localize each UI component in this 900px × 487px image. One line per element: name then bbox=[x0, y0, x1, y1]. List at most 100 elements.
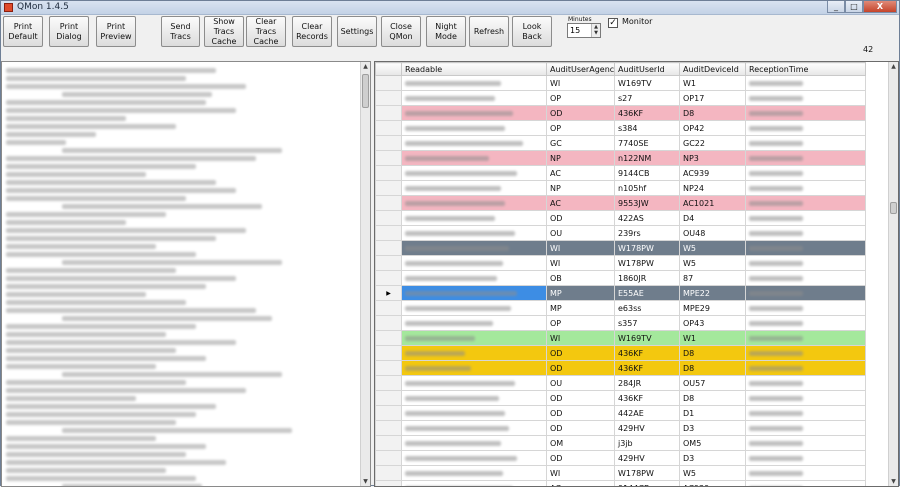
column-header[interactable]: AuditDeviceId bbox=[680, 63, 746, 76]
readable-cell[interactable] bbox=[402, 121, 547, 136]
column-header[interactable]: Readable bbox=[402, 63, 547, 76]
readable-cell[interactable] bbox=[402, 376, 547, 391]
table-row[interactable]: OD436KFD8 bbox=[376, 391, 866, 406]
readable-cell[interactable] bbox=[402, 76, 547, 91]
stepper-arrows-icon[interactable]: ▲▼ bbox=[591, 24, 600, 37]
readable-cell[interactable] bbox=[402, 346, 547, 361]
reception-time-cell[interactable] bbox=[746, 421, 866, 436]
title-bar[interactable]: QMon 1.4.5 _ □ X bbox=[1, 1, 899, 15]
readable-cell[interactable] bbox=[402, 181, 547, 196]
agency-cell[interactable]: WI bbox=[547, 466, 615, 481]
monitor-checkbox[interactable]: ✓ bbox=[608, 18, 618, 28]
table-row[interactable]: OD422ASD4 bbox=[376, 211, 866, 226]
table-row[interactable]: GC7740SEGC22 bbox=[376, 136, 866, 151]
readable-cell[interactable] bbox=[402, 91, 547, 106]
settings-button[interactable]: Settings bbox=[337, 16, 377, 47]
close-qmon-button[interactable]: Close QMon bbox=[381, 16, 421, 47]
readable-cell[interactable] bbox=[402, 241, 547, 256]
row-header-cell[interactable] bbox=[376, 241, 402, 256]
agency-cell[interactable]: OP bbox=[547, 121, 615, 136]
agency-cell[interactable]: GC bbox=[547, 136, 615, 151]
table-row[interactable]: OPs27OP17 bbox=[376, 91, 866, 106]
readable-cell[interactable] bbox=[402, 331, 547, 346]
table-row[interactable]: OPs357OP43 bbox=[376, 316, 866, 331]
scroll-down-icon[interactable]: ▼ bbox=[889, 477, 898, 486]
agency-cell[interactable]: OM bbox=[547, 436, 615, 451]
user-cell[interactable]: W178PW bbox=[615, 256, 680, 271]
night-mode-button[interactable]: Night Mode bbox=[426, 16, 466, 47]
row-header-cell[interactable] bbox=[376, 316, 402, 331]
agency-cell[interactable]: OB bbox=[547, 271, 615, 286]
agency-cell[interactable]: OU bbox=[547, 226, 615, 241]
row-header-cell[interactable] bbox=[376, 376, 402, 391]
reception-time-cell[interactable] bbox=[746, 211, 866, 226]
reception-time-cell[interactable] bbox=[746, 151, 866, 166]
device-cell[interactable]: OP42 bbox=[680, 121, 746, 136]
user-cell[interactable]: 284JR bbox=[615, 376, 680, 391]
row-header-cell[interactable] bbox=[376, 166, 402, 181]
device-cell[interactable]: W1 bbox=[680, 331, 746, 346]
device-cell[interactable]: OU48 bbox=[680, 226, 746, 241]
user-cell[interactable]: 9144CB bbox=[615, 481, 680, 487]
readable-cell[interactable] bbox=[402, 211, 547, 226]
row-header-cell[interactable] bbox=[376, 196, 402, 211]
agency-cell[interactable]: WI bbox=[547, 76, 615, 91]
user-cell[interactable]: s384 bbox=[615, 121, 680, 136]
device-cell[interactable]: AC939 bbox=[680, 481, 746, 487]
reception-time-cell[interactable] bbox=[746, 166, 866, 181]
reception-time-cell[interactable] bbox=[746, 181, 866, 196]
readable-cell[interactable] bbox=[402, 406, 547, 421]
row-header-cell[interactable] bbox=[376, 136, 402, 151]
reception-time-cell[interactable] bbox=[746, 316, 866, 331]
table-row[interactable]: WIW178PWW5 bbox=[376, 466, 866, 481]
user-cell[interactable]: 436KF bbox=[615, 361, 680, 376]
row-header-cell[interactable] bbox=[376, 301, 402, 316]
agency-cell[interactable]: OP bbox=[547, 316, 615, 331]
readable-cell[interactable] bbox=[402, 196, 547, 211]
table-row[interactable]: AC9144CBAC939 bbox=[376, 166, 866, 181]
scroll-up-icon[interactable]: ▲ bbox=[361, 62, 370, 71]
row-header-cell[interactable] bbox=[376, 346, 402, 361]
row-header-cell[interactable] bbox=[376, 76, 402, 91]
reception-time-cell[interactable] bbox=[746, 451, 866, 466]
table-row[interactable]: OD436KFD8 bbox=[376, 106, 866, 121]
row-header-cell[interactable] bbox=[376, 106, 402, 121]
reception-time-cell[interactable] bbox=[746, 76, 866, 91]
agency-cell[interactable]: MP bbox=[547, 301, 615, 316]
device-cell[interactable]: W1 bbox=[680, 76, 746, 91]
agency-cell[interactable]: WI bbox=[547, 331, 615, 346]
user-cell[interactable]: W169TV bbox=[615, 76, 680, 91]
table-row[interactable]: OMj3jbOM5 bbox=[376, 436, 866, 451]
table-row[interactable]: WIW169TVW1 bbox=[376, 76, 866, 91]
column-header[interactable]: ReceptionTime bbox=[746, 63, 866, 76]
reception-time-cell[interactable] bbox=[746, 271, 866, 286]
records-grid[interactable]: Readable AuditUserAgencyId AuditUserId A… bbox=[374, 61, 899, 487]
readable-cell[interactable] bbox=[402, 391, 547, 406]
column-header[interactable]: AuditUserAgencyId bbox=[547, 63, 615, 76]
table-row[interactable]: MPe63ssMPE29 bbox=[376, 301, 866, 316]
table-row[interactable]: OD436KFD8 bbox=[376, 346, 866, 361]
user-cell[interactable]: 429HV bbox=[615, 421, 680, 436]
user-cell[interactable]: j3jb bbox=[615, 436, 680, 451]
readable-cell[interactable] bbox=[402, 451, 547, 466]
readable-cell[interactable] bbox=[402, 421, 547, 436]
reception-time-cell[interactable] bbox=[746, 406, 866, 421]
device-cell[interactable]: W5 bbox=[680, 466, 746, 481]
reception-time-cell[interactable] bbox=[746, 346, 866, 361]
user-cell[interactable]: 429HV bbox=[615, 451, 680, 466]
table-row[interactable]: WIW178PWW5 bbox=[376, 241, 866, 256]
reception-time-cell[interactable] bbox=[746, 331, 866, 346]
device-cell[interactable]: W5 bbox=[680, 256, 746, 271]
readable-cell[interactable] bbox=[402, 361, 547, 376]
row-header-cell[interactable] bbox=[376, 451, 402, 466]
print-dialog-button[interactable]: Print Dialog bbox=[49, 16, 89, 47]
agency-cell[interactable]: AC bbox=[547, 481, 615, 487]
device-cell[interactable]: D1 bbox=[680, 406, 746, 421]
row-header-cell[interactable] bbox=[376, 271, 402, 286]
readable-cell[interactable] bbox=[402, 226, 547, 241]
user-cell[interactable]: 239rs bbox=[615, 226, 680, 241]
device-cell[interactable]: NP24 bbox=[680, 181, 746, 196]
agency-cell[interactable]: OD bbox=[547, 106, 615, 121]
table-row[interactable]: OD429HVD3 bbox=[376, 451, 866, 466]
table-row[interactable]: ▶MPE55AEMPE22 bbox=[376, 286, 866, 301]
